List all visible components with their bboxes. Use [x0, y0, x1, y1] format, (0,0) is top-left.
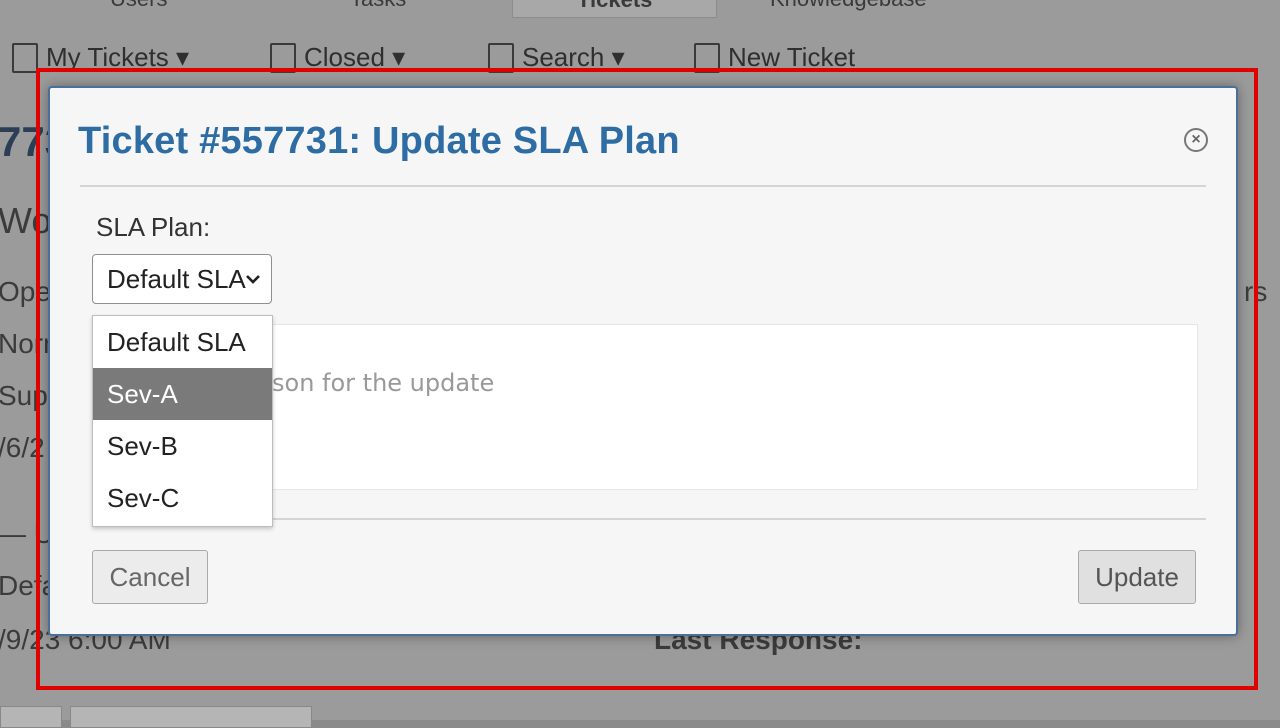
my-tickets-menu[interactable]: My Tickets ▾	[12, 42, 189, 73]
option-default-sla[interactable]: Default SLA	[93, 316, 272, 368]
option-sev-c[interactable]: Sev-C	[93, 472, 272, 524]
search-menu[interactable]: Search ▾	[488, 42, 625, 73]
cancel-button[interactable]: Cancel	[92, 550, 208, 604]
sla-plan-label: SLA Plan:	[96, 212, 211, 242]
ticket-toolbar: My Tickets ▾ Closed ▾ Search ▾ New Ticke…	[0, 36, 1280, 86]
tab-tickets[interactable]: Tickets	[512, 0, 718, 18]
option-sev-a[interactable]: Sev-A	[93, 368, 272, 420]
bg-bottom-tab	[70, 706, 312, 728]
option-sev-b[interactable]: Sev-B	[93, 420, 272, 472]
close-icon[interactable]: ×	[1184, 128, 1208, 152]
tab-users[interactable]: Users	[110, 0, 167, 16]
sla-plan-select-value: Default SLA	[107, 263, 246, 294]
chevron-down-icon	[245, 265, 261, 300]
reason-textarea[interactable]: son for the update	[270, 324, 1198, 490]
reason-placeholder: son for the update	[272, 369, 495, 397]
tickets-icon	[488, 42, 514, 73]
new-ticket-icon	[694, 42, 720, 73]
top-tabs: Users Tasks Tickets Knowledgebase	[0, 0, 1280, 18]
bg-bottom-tab	[0, 706, 62, 728]
sla-plan-dropdown: Default SLA Sev-A Sev-B Sev-C	[92, 315, 273, 527]
divider	[80, 185, 1206, 187]
tab-knowledgebase[interactable]: Knowledgebase	[770, 0, 927, 16]
tickets-icon	[12, 42, 38, 73]
tab-tasks[interactable]: Tasks	[350, 0, 406, 16]
sla-plan-select[interactable]: Default SLA	[92, 254, 272, 304]
bg-section: — U	[0, 518, 54, 549]
tickets-icon	[270, 42, 296, 73]
dialog-title: Ticket #557731: Update SLA Plan	[78, 120, 680, 162]
bg-right-fragment: rs	[1244, 276, 1268, 307]
bg-create-date: /6/2	[0, 432, 45, 463]
divider	[270, 518, 1206, 520]
update-sla-dialog: Ticket #557731: Update SLA Plan × SLA Pl…	[48, 86, 1238, 636]
new-ticket-link[interactable]: New Ticket	[694, 42, 855, 73]
closed-menu[interactable]: Closed ▾	[270, 42, 405, 73]
update-button[interactable]: Update	[1078, 550, 1196, 604]
